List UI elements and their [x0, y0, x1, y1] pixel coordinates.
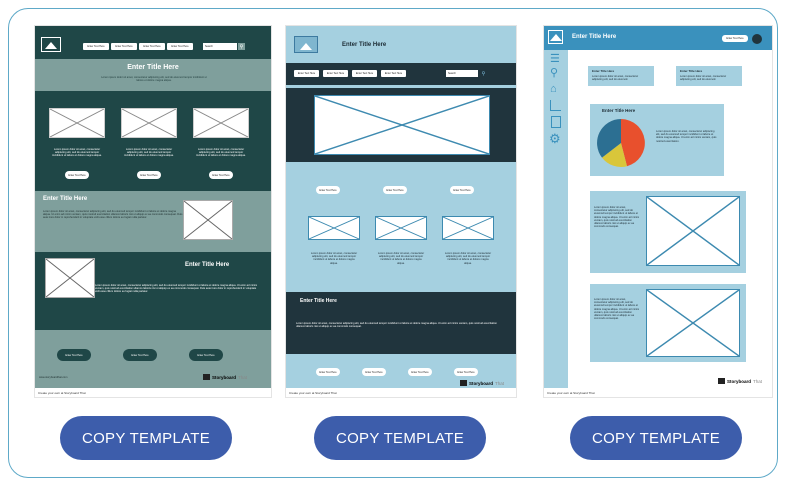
chart-text: Lorem ipsum dolor sit amet, consectetur … [656, 130, 717, 143]
storyboard-logo-icon [203, 374, 210, 380]
row-text: Lorem ipsum dolor sit amet, consectetur … [594, 206, 640, 229]
page-title: Enter Title Here [342, 42, 387, 48]
footer-link[interactable]: www.storyboardthat.com [39, 376, 89, 380]
search-icon[interactable]: ⚲ [480, 70, 487, 77]
image-placeholder [49, 108, 105, 138]
brand-name: Storyboard [469, 380, 494, 386]
column-button-3[interactable]: Enter Text Here [209, 171, 233, 179]
footer-button-3[interactable]: Enter Text Here [189, 349, 223, 361]
nav-item-2[interactable]: Enter Text Here [111, 43, 137, 50]
cta-button-3[interactable]: Enter Text Here [450, 186, 474, 194]
brand-suffix: That [753, 378, 763, 384]
footer-button-1[interactable]: Enter Text Here [57, 349, 91, 361]
brand-logo: Storyboard That [460, 380, 504, 386]
footer-button-2[interactable]: Enter Text Here [362, 368, 386, 376]
info-box-text: Lorem ipsum dolor sit amet, consectetur … [680, 75, 727, 82]
storyboard-logo-icon [718, 378, 725, 384]
copy-template-button-2[interactable]: COPY TEMPLATE [314, 416, 486, 460]
image-placeholder [308, 216, 360, 240]
image-placeholder [646, 289, 740, 357]
chart-title: Enter Title Here [602, 108, 636, 113]
logo-image-icon [294, 36, 318, 53]
cta-button-2[interactable]: Enter Text Here [383, 186, 407, 194]
brand-logo: Storyboard That [718, 378, 762, 384]
column-text: Lorem ipsum dolor sit amet, consectetur … [124, 148, 174, 158]
section-title: Enter Title Here [300, 298, 337, 304]
template-preview-2[interactable]: Enter Title Here Enter Text Here Enter T… [285, 25, 517, 398]
image-placeholder [646, 196, 740, 266]
brand-name: Storyboard [212, 374, 237, 380]
image-placeholder [121, 108, 177, 138]
image-placeholder [375, 216, 427, 240]
image-placeholder [183, 200, 233, 240]
document-icon[interactable] [551, 116, 561, 128]
section-text: Lorem ipsum dolor sit amet, consectetur … [296, 322, 497, 329]
template-preview-3[interactable]: Enter Title Here Enter Text Here ☰ ⚲ ⌂ ⚙… [543, 25, 773, 398]
copy-template-button-3[interactable]: COPY TEMPLATE [570, 416, 742, 460]
image-placeholder [442, 216, 494, 240]
template-preview-1[interactable]: Enter Text Here Enter Text Here Enter Te… [34, 25, 272, 398]
page-title: Enter Title Here [572, 34, 617, 40]
storyboard-logo-icon [460, 380, 467, 386]
home-icon[interactable]: ⌂ [550, 84, 557, 95]
pie-chart [597, 119, 645, 167]
row-text: Lorem ipsum dolor sit amet, consectetur … [594, 298, 640, 321]
column-button-1[interactable]: Enter Text Here [65, 171, 89, 179]
nav-item-1[interactable]: Enter Text Here [294, 70, 319, 77]
footer-button-3[interactable]: Enter Text Here [408, 368, 432, 376]
caption: Create your own at Storyboard That [38, 391, 86, 395]
nav-item-2[interactable]: Enter Text Here [323, 70, 348, 77]
caption: Create your own at Storyboard That [289, 391, 337, 395]
brand-name: Storyboard [727, 378, 752, 384]
section-text: Lorem ipsum dolor sit amet, consectetur … [43, 210, 183, 220]
nav-item-3[interactable]: Enter Text Here [352, 70, 377, 77]
image-placeholder [193, 108, 249, 138]
footer-button-1[interactable]: Enter Text Here [316, 368, 340, 376]
cta-button-1[interactable]: Enter Text Here [316, 186, 340, 194]
brand-logo: Storyboard That [203, 374, 247, 380]
section-title: Enter Title Here [185, 262, 230, 268]
column-text: Lorem ipsum dolor sit amet, consectetur … [196, 148, 246, 158]
page-title: Enter Title Here [127, 64, 179, 71]
chart-icon[interactable] [550, 100, 561, 111]
column-text: Lorem ipsum dolor sit amet, consectetur … [444, 252, 492, 265]
subtitle-text: Lorem ipsum dolor sit amet, consectetur … [101, 76, 207, 83]
gear-icon[interactable]: ⚙ [549, 132, 561, 145]
search-icon[interactable]: ⚲ [238, 43, 245, 50]
logo-image-icon [41, 37, 61, 52]
section-title: Enter Title Here [43, 196, 88, 202]
brand-suffix: That [238, 374, 248, 380]
logo-image-icon [548, 30, 563, 44]
column-text: Lorem ipsum dolor sit amet, consectetur … [310, 252, 358, 265]
footer-button-2[interactable]: Enter Text Here [123, 349, 157, 361]
nav-item-4[interactable]: Enter Text Here [381, 70, 406, 77]
user-avatar[interactable] [752, 34, 762, 44]
info-box-title: Enter Title Here [592, 69, 615, 73]
info-box-title: Enter Title Here [680, 69, 703, 73]
brand-suffix: That [495, 380, 505, 386]
nav-item-4[interactable]: Enter Text Here [167, 43, 193, 50]
footer-button-4[interactable]: Enter Text Here [454, 368, 478, 376]
column-text: Lorem ipsum dolor sit amet, consectetur … [377, 252, 425, 265]
nav-item-1[interactable]: Enter Text Here [83, 43, 109, 50]
search-input[interactable]: Search [446, 70, 478, 77]
column-text: Lorem ipsum dolor sit amet, consectetur … [52, 148, 102, 158]
image-placeholder [45, 258, 95, 298]
header-button[interactable]: Enter Text Here [722, 35, 748, 42]
search-icon[interactable]: ⚲ [550, 68, 558, 79]
hero-image-placeholder [314, 95, 490, 155]
info-box-text: Lorem ipsum dolor sit amet, consectetur … [592, 75, 639, 82]
copy-template-button-1[interactable]: COPY TEMPLATE [60, 416, 232, 460]
menu-icon[interactable]: ☰ [550, 54, 562, 65]
search-input[interactable]: Search [203, 43, 237, 50]
caption: Create your own at Storyboard That [547, 391, 595, 395]
column-button-2[interactable]: Enter Text Here [137, 171, 161, 179]
nav-item-3[interactable]: Enter Text Here [139, 43, 165, 50]
section-text: Lorem ipsum dolor sit amet, consectetur … [95, 284, 258, 294]
